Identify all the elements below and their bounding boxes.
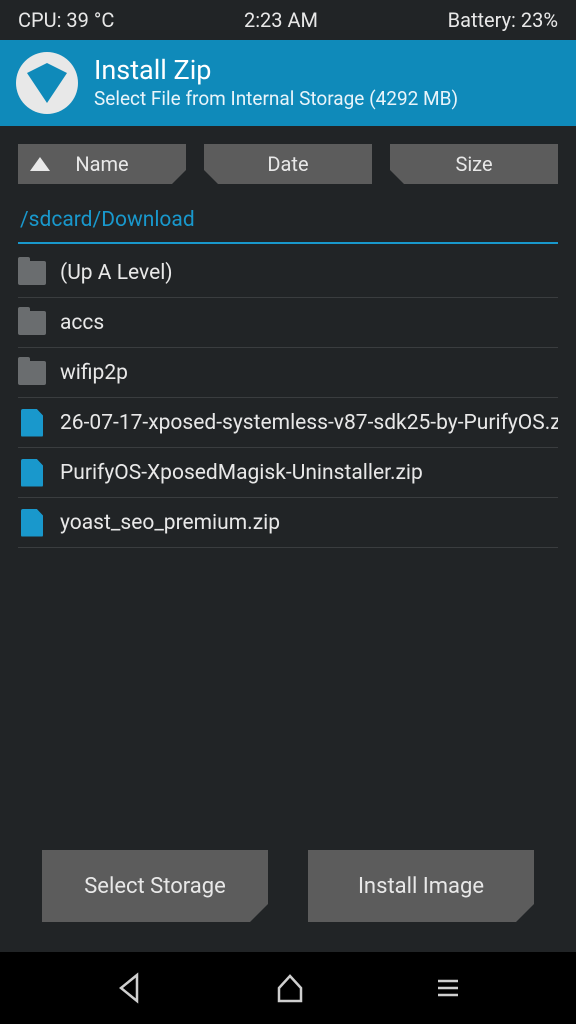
select-storage-label: Select Storage (84, 874, 226, 899)
list-item-folder[interactable]: accs (18, 298, 558, 348)
file-name: accs (60, 311, 104, 335)
sort-name-button[interactable]: Name (18, 144, 186, 184)
sort-size-button[interactable]: Size (390, 144, 558, 184)
folder-icon (18, 311, 46, 335)
list-item-file[interactable]: 26-07-17-xposed-systemless-v87-sdk25-by-… (18, 398, 558, 448)
list-item-file[interactable]: PurifyOS-XposedMagisk-Uninstaller.zip (18, 448, 558, 498)
sort-date-button[interactable]: Date (204, 144, 372, 184)
select-storage-button[interactable]: Select Storage (42, 850, 268, 922)
file-icon (21, 509, 43, 537)
app-header: Install Zip Select File from Internal St… (0, 40, 576, 126)
file-icon (21, 459, 43, 487)
folder-icon (18, 261, 46, 285)
sort-asc-icon (30, 157, 50, 171)
list-item-folder[interactable]: wifip2p (18, 348, 558, 398)
current-path[interactable]: /sdcard/Download (18, 202, 558, 244)
bottom-buttons: Select Storage Install Image (18, 830, 558, 952)
file-name: yoast_seo_premium.zip (60, 511, 280, 535)
file-name: 26-07-17-xposed-systemless-v87-sdk25-by-… (60, 411, 558, 435)
page-subtitle: Select File from Internal Storage (4292 … (94, 87, 458, 110)
back-icon[interactable] (113, 971, 147, 1005)
menu-icon[interactable] (433, 973, 463, 1003)
nav-bar (0, 952, 576, 1024)
cpu-temp: CPU: 39 °C (18, 8, 114, 32)
file-name: (Up A Level) (60, 261, 173, 285)
home-icon[interactable] (273, 971, 307, 1005)
page-title: Install Zip (94, 56, 458, 86)
file-name: wifip2p (60, 361, 128, 385)
sort-date-label: Date (267, 152, 308, 176)
status-bar: CPU: 39 °C 2:23 AM Battery: 23% (0, 0, 576, 40)
file-name: PurifyOS-XposedMagisk-Uninstaller.zip (60, 461, 423, 485)
folder-icon (18, 361, 46, 385)
file-icon (21, 409, 43, 437)
list-item-file[interactable]: yoast_seo_premium.zip (18, 498, 558, 548)
clock: 2:23 AM (244, 8, 318, 32)
battery-level: Battery: 23% (448, 8, 558, 32)
twrp-logo (16, 52, 78, 114)
sort-row: Name Date Size (18, 144, 558, 184)
list-item-up[interactable]: (Up A Level) (18, 248, 558, 298)
main-content: Name Date Size /sdcard/Download (Up A Le… (0, 126, 576, 952)
sort-size-label: Size (455, 152, 492, 176)
file-list[interactable]: (Up A Level) accs wifip2p 26-07-17-xpose… (18, 248, 558, 830)
sort-name-label: Name (75, 152, 128, 176)
install-image-button[interactable]: Install Image (308, 850, 534, 922)
install-image-label: Install Image (358, 874, 484, 899)
